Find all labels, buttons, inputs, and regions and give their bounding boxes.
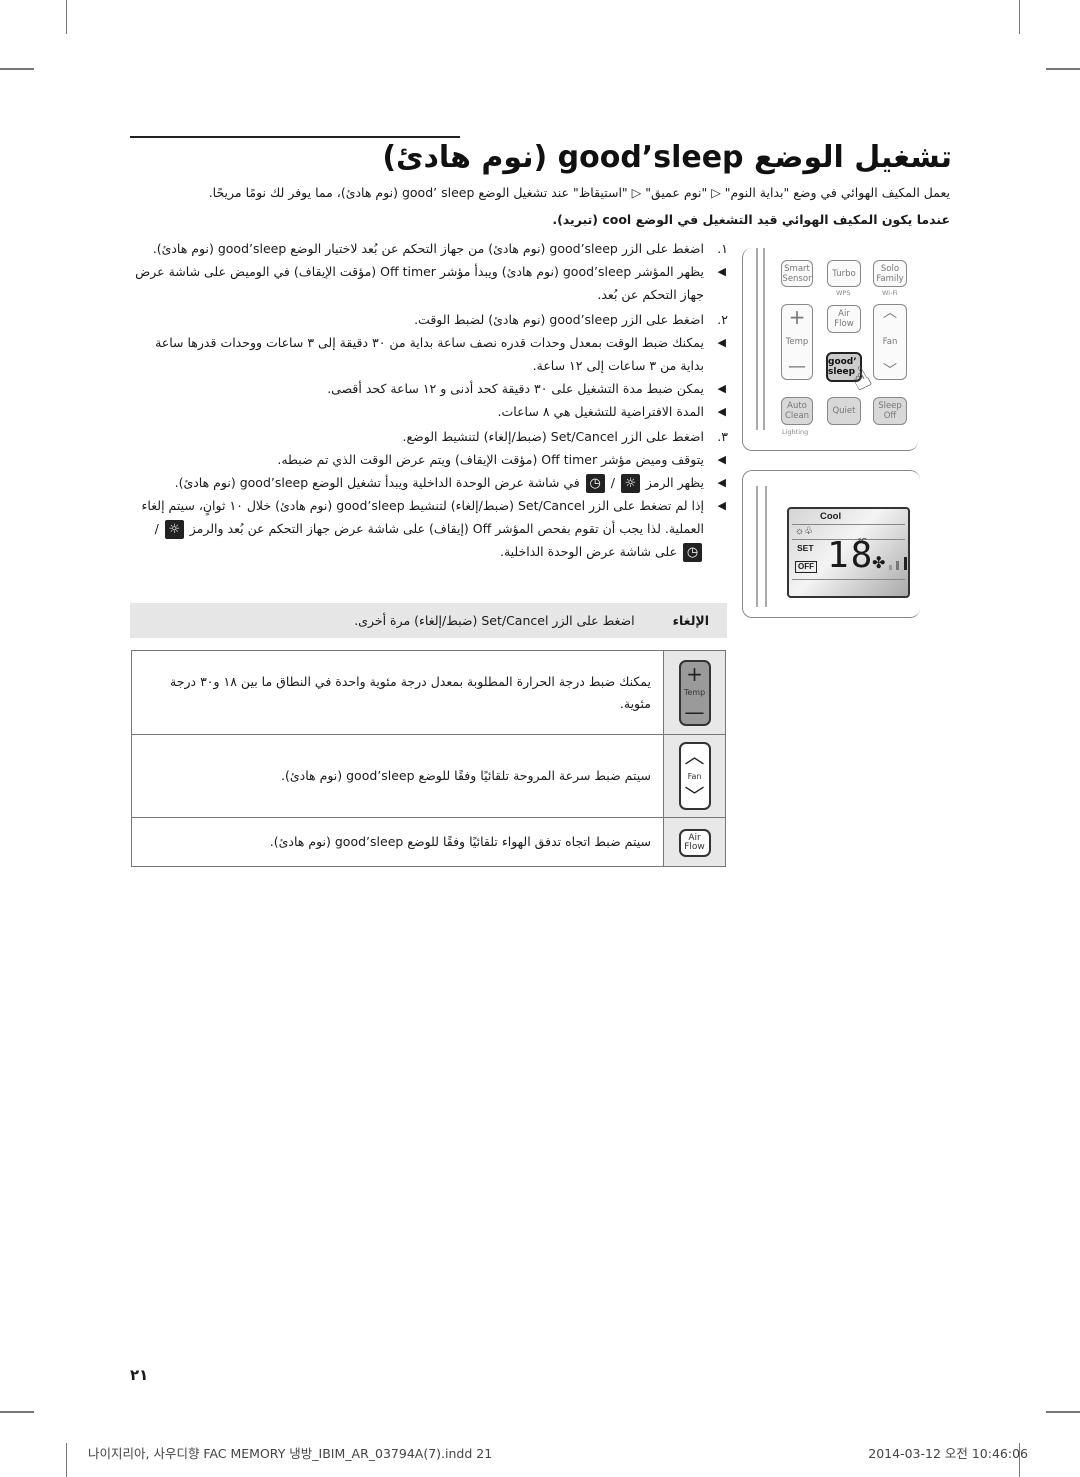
- fan-button-icon: ︿ Fan ﹀: [663, 734, 726, 818]
- step-number: ١.: [717, 241, 728, 256]
- bullet-triangle-icon: ◀: [717, 499, 726, 512]
- bullet: ◀ يظهر الرمز ☼ / ◷ في شاشة عرض الوحدة ال…: [130, 471, 728, 494]
- step-text: اضغط على الزر good’sleep (نوم هادئ) لضبط…: [414, 312, 704, 327]
- bullet-text: يمكن ضبط مدة التشغيل على ٣٠ دقيقة كحد أد…: [327, 381, 704, 396]
- bullet: ◀ يمكنك ضبط الوقت بمعدل وحدات قدره نصف س…: [130, 331, 728, 377]
- sleep-mode-icon: ☼: [164, 520, 184, 539]
- bullet-text: يمكنك ضبط الوقت بمعدل وحدات قدره نصف ساع…: [155, 335, 704, 373]
- table-cell: سيتم ضبط اتجاه تدفق الهواء تلقائيًا وفقً…: [131, 817, 664, 867]
- bullet-triangle-icon: ◀: [717, 405, 726, 418]
- table-row: ︿ Fan ﹀ سيتم ضبط سرعة المروحة تلقائيًا و…: [131, 734, 726, 818]
- intro-text: يعمل المكيف الهوائي في وضع "بداية النوم"…: [208, 185, 950, 200]
- temperature-readout: 18: [827, 535, 875, 576]
- indoor-lcd-display: Cool ☼♧ SET OFF 18 °C ✤: [787, 507, 910, 598]
- sleep-mode-icon: ☼: [620, 474, 640, 493]
- mode-label: Cool: [820, 511, 842, 522]
- step-3: ٣. اضغط على الزر Set/Cancel (ضبط/إلغاء) …: [130, 425, 729, 448]
- off-label: OFF: [795, 561, 817, 573]
- auto-clean-button: Auto Clean: [781, 397, 813, 425]
- fan-label: Fan: [687, 771, 702, 781]
- bullet: ◀ المدة الافتراضية للتشغيل هي ٨ ساعات.: [130, 400, 728, 423]
- page-title: تشغيل الوضع good’sleep (نوم هادئ): [382, 140, 952, 175]
- chevron-up-icon: ︿: [684, 744, 705, 768]
- file-slug: 나이지리아, 사우디향 FAC MEMORY 냉방_IBIM_AR_03794A…: [88, 1446, 493, 1461]
- air-flow-button: Air Flow: [827, 305, 861, 333]
- bullet-text: إذا لم تضغط على الزر Set/Cancel (ضبط/إلغ…: [141, 498, 704, 562]
- bullet-triangle-icon: ◀: [717, 382, 726, 395]
- crop-mark: [1046, 68, 1080, 70]
- smart-sensor-button: Smart Sensor: [781, 260, 813, 287]
- title-rule: [130, 136, 460, 138]
- bullet: ◀ يمكن ضبط مدة التشغيل على ٣٠ دقيقة كحد …: [130, 377, 728, 400]
- timer-icon: ◷: [683, 543, 702, 562]
- plus-icon: +: [788, 305, 806, 329]
- step-number: ٣.: [717, 429, 728, 444]
- bullet-triangle-icon: ◀: [717, 336, 726, 349]
- timer-icon: ◷: [585, 474, 605, 493]
- steps-list: ١. اضغط على الزر good’sleep (نوم هادئ) م…: [130, 237, 728, 563]
- bullet-text: يظهر المؤشر good’sleep (نوم هادئ) ويبدأ …: [135, 264, 704, 302]
- chevron-up-icon: ︿: [883, 305, 897, 321]
- cancel-text: اضغط على الزر Set/Cancel (ضبط/إلغاء) مرة…: [354, 613, 635, 628]
- wps-label: WPS: [836, 289, 851, 297]
- bullet: ◀ يظهر المؤشر good’sleep (نوم هادئ) ويبد…: [130, 260, 728, 306]
- airflow-button-icon: Air Flow: [663, 817, 726, 867]
- fan-button: ︿ Fan ﹀: [873, 304, 907, 380]
- table-row: + Temp — يمكنك ضبط درجة الحرارة المطلوبة…: [131, 650, 726, 735]
- crop-mark: [66, 0, 67, 34]
- quiet-button: Quiet: [827, 397, 861, 425]
- sleep-timer-icons: ☼♧: [795, 526, 814, 537]
- page-number: ٢١: [130, 1366, 149, 1384]
- step-text: اضغط على الزر Set/Cancel (ضبط/إلغاء) لتن…: [402, 429, 705, 444]
- lighting-label: Lighting: [782, 428, 809, 436]
- cancel-label: الإلغاء: [672, 613, 709, 628]
- step-text: اضغط على الزر good’sleep (نوم هادئ) من ج…: [152, 241, 704, 256]
- bullet: ◀ يتوقف وميض مؤشر Off timer (مؤقت الإيقا…: [130, 448, 728, 471]
- bullet-triangle-icon: ◀: [717, 265, 726, 278]
- wifi-label: Wi-Fi: [882, 289, 898, 297]
- table-row: Air Flow سيتم ضبط اتجاه تدفق الهواء تلقا…: [131, 817, 726, 867]
- plus-icon: +: [686, 661, 703, 686]
- unit-label: °C: [858, 537, 867, 546]
- crop-mark: [1046, 1411, 1080, 1413]
- fan-speed-bars-icon: [889, 557, 907, 575]
- sleep-off-button: Sleep Off: [873, 397, 907, 425]
- step-1: ١. اضغط على الزر good’sleep (نوم هادئ) م…: [130, 237, 728, 260]
- step-2: ٢. اضغط على الزر good’sleep (نوم هادئ) ل…: [130, 308, 728, 331]
- table-cell: سيتم ضبط سرعة المروحة تلقائيًا وفقًا للو…: [131, 734, 664, 818]
- step-number: ٢.: [717, 312, 728, 327]
- temp-button: + Temp —: [781, 304, 813, 380]
- temp-button-icon: + Temp —: [663, 650, 726, 735]
- cancel-note: الإلغاء اضغط على الزر Set/Cancel (ضبط/إل…: [130, 603, 727, 638]
- fan-icon: ✤: [872, 555, 886, 572]
- bullet-text: المدة الافتراضية للتشغيل هي ٨ ساعات.: [497, 404, 704, 419]
- table-cell: يمكنك ضبط درجة الحرارة المطلوبة بمعدل در…: [131, 650, 664, 735]
- crop-mark: [0, 1411, 34, 1413]
- bullet-triangle-icon: ◀: [717, 453, 726, 466]
- turbo-button: Turbo: [827, 260, 861, 287]
- bullet-text: يظهر الرمز ☼ / ◷ في شاشة عرض الوحدة الدا…: [174, 474, 704, 493]
- set-label: SET: [797, 543, 814, 553]
- crop-mark: [0, 68, 34, 70]
- bullet-text: يتوقف وميض مؤشر Off timer (مؤقت الإيقاف)…: [277, 452, 704, 467]
- feature-table: + Temp — يمكنك ضبط درجة الحرارة المطلوبة…: [131, 650, 726, 867]
- chevron-down-icon: ﹀: [883, 363, 897, 379]
- crop-mark: [1019, 0, 1020, 34]
- subheading: عندما يكون المكيف الهوائي قيد التشغيل في…: [552, 212, 950, 227]
- solo-family-button: Solo Family: [873, 260, 907, 287]
- temp-label: Temp: [683, 688, 706, 697]
- crop-mark: [66, 1443, 67, 1477]
- chevron-down-icon: ﹀: [684, 784, 705, 808]
- minus-icon: —: [788, 356, 806, 377]
- print-timestamp: 2014-03-12 오전 10:46:06: [868, 1446, 1028, 1461]
- bullet-triangle-icon: ◀: [717, 476, 726, 489]
- minus-icon: —: [684, 699, 705, 724]
- bullet: ◀ إذا لم تضغط على الزر Set/Cancel (ضبط/إ…: [130, 494, 728, 563]
